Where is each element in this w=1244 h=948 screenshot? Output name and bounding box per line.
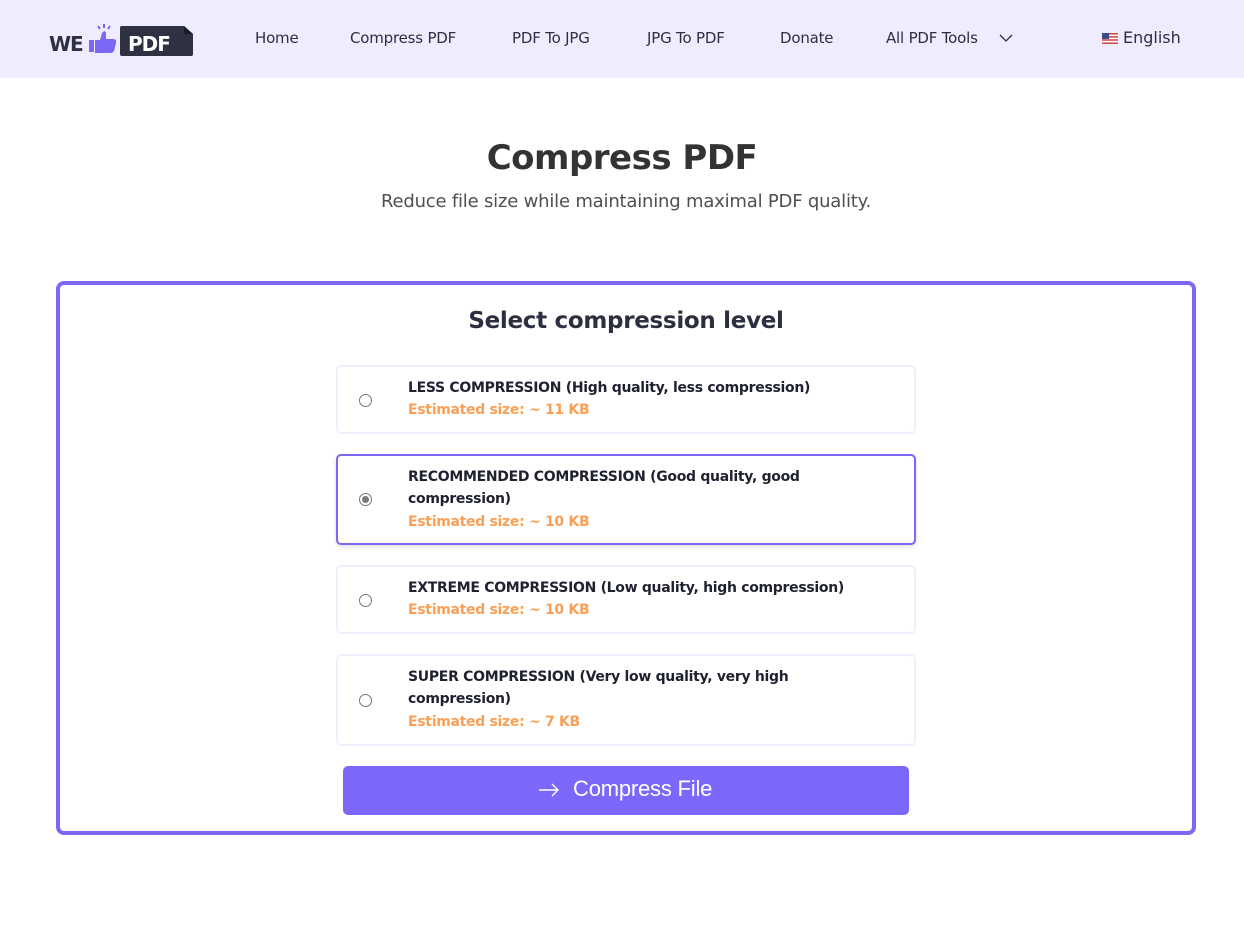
option-label: LESS COMPRESSION (High quality, less com…	[408, 380, 811, 396]
radio-super-compression[interactable]	[359, 694, 372, 707]
nav-pdf-to-jpg[interactable]: PDF To JPG	[512, 29, 590, 47]
option-label: EXTREME COMPRESSION (Low quality, high c…	[408, 580, 844, 596]
nav-donate[interactable]: Donate	[780, 29, 834, 47]
compress-file-label: Compress File	[573, 776, 713, 801]
page-subtitle: Reduce file size while maintaining maxim…	[380, 191, 872, 212]
option-estimate: Estimated size: ~ 7 KB	[408, 714, 580, 730]
option-super-compression[interactable]: SUPER COMPRESSION (Very low quality, ver…	[336, 654, 916, 746]
page-title: Compress PDF	[486, 138, 758, 178]
nav-compress-pdf[interactable]: Compress PDF	[350, 29, 456, 47]
option-extreme-compression[interactable]: EXTREME COMPRESSION (Low quality, high c…	[336, 565, 916, 634]
option-label: SUPER COMPRESSION (Very low quality, ver…	[408, 669, 789, 707]
radio-recommended-compression[interactable]	[359, 493, 372, 506]
logo-text-pdf: PDF	[128, 32, 170, 56]
chevron-down-icon[interactable]	[999, 33, 1013, 43]
nav-all-pdf-tools[interactable]: All PDF Tools	[886, 29, 978, 47]
nav-jpg-to-pdf[interactable]: JPG To PDF	[647, 29, 725, 47]
us-flag-icon	[1102, 33, 1118, 44]
option-estimate: Estimated size: ~ 10 KB	[408, 602, 590, 618]
site-header: WE PDF Home Compress PDF PDF To JPG JPG …	[0, 0, 1244, 78]
logo-text-we: WE	[49, 32, 83, 56]
arrow-right-icon	[539, 783, 559, 797]
option-recommended-compression[interactable]: RECOMMENDED COMPRESSION (Good quality, g…	[336, 454, 916, 545]
logo[interactable]: WE PDF	[49, 22, 195, 58]
compress-file-button[interactable]: Compress File	[343, 766, 909, 815]
option-label: RECOMMENDED COMPRESSION (Good quality, g…	[408, 469, 800, 507]
panel-title: Select compression level	[468, 308, 784, 334]
radio-extreme-compression[interactable]	[359, 594, 372, 607]
option-estimate: Estimated size: ~ 10 KB	[408, 514, 590, 530]
option-less-compression[interactable]: LESS COMPRESSION (High quality, less com…	[336, 365, 916, 434]
language-selector[interactable]: English	[1123, 28, 1181, 47]
option-estimate: Estimated size: ~ 11 KB	[408, 402, 590, 418]
thumbs-up-icon	[89, 24, 117, 53]
nav-home[interactable]: Home	[255, 29, 299, 47]
radio-less-compression[interactable]	[359, 394, 372, 407]
